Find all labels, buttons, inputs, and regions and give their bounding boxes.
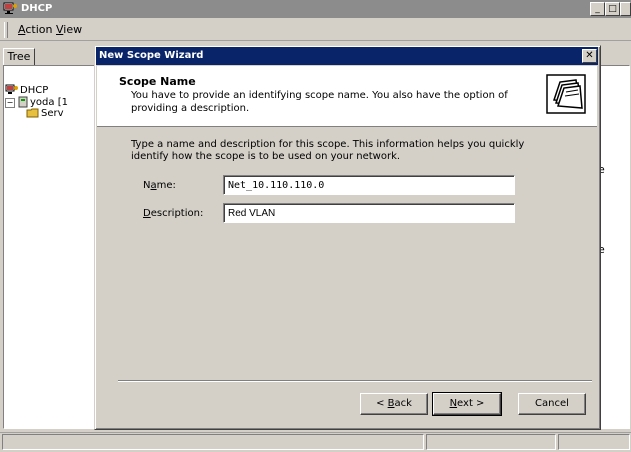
description-label-after: escription:: [150, 208, 204, 219]
back-prefix: <: [376, 398, 388, 409]
status-panel-2: [426, 434, 556, 450]
cancel-button[interactable]: Cancel: [518, 393, 586, 415]
dhcp-node-icon: [5, 84, 18, 94]
close-button[interactable]: [620, 2, 631, 16]
name-label-after: me:: [156, 180, 176, 191]
folders-icon: [546, 74, 586, 114]
menu-view-rest: iew: [63, 23, 83, 36]
back-button[interactable]: < Back: [360, 393, 428, 415]
button-separator: [118, 380, 592, 382]
folder-icon: [26, 108, 39, 118]
tab-tree[interactable]: Tree: [3, 48, 35, 66]
description-label: Description:: [143, 208, 203, 219]
description-field[interactable]: [223, 203, 515, 223]
wizard-close-button[interactable]: ✕: [582, 49, 597, 63]
wizard-instructions: Type a name and description for this sco…: [131, 139, 525, 162]
back-rest: ack: [394, 398, 412, 409]
header-title: Scope Name: [119, 75, 196, 88]
menu-action[interactable]: Action: [18, 23, 52, 36]
maximize-button[interactable]: □: [605, 2, 620, 16]
dhcp-app-icon: [3, 2, 17, 14]
collapse-toggle[interactable]: −: [5, 98, 15, 108]
next-accel: N: [449, 398, 458, 409]
description-label-accel: D: [143, 208, 151, 219]
menu-bar: [0, 18, 631, 41]
description-input[interactable]: [224, 204, 514, 222]
status-panel-1: [2, 434, 424, 450]
header-description: You have to provide an identifying scope…: [131, 90, 508, 114]
next-rest: ext >: [457, 398, 485, 409]
tree-item-server-options[interactable]: Serv: [41, 108, 64, 119]
name-label: Name:: [143, 180, 176, 191]
status-panel-3: [558, 434, 630, 450]
back-accel: B: [387, 398, 395, 409]
menu-view[interactable]: View: [56, 23, 82, 36]
next-button[interactable]: Next >: [432, 392, 502, 416]
tree-pane[interactable]: [3, 65, 97, 429]
scope-name-field[interactable]: [223, 175, 515, 195]
wizard-title: New Scope Wizard: [99, 50, 204, 61]
main-window-title: DHCP: [21, 3, 53, 14]
minimize-button[interactable]: _: [590, 2, 605, 16]
scope-name-input[interactable]: [224, 176, 514, 194]
menu-grip: [4, 22, 8, 38]
main-window-titlebar[interactable]: [0, 0, 631, 18]
tree-item-dhcp[interactable]: DHCP: [20, 85, 48, 96]
